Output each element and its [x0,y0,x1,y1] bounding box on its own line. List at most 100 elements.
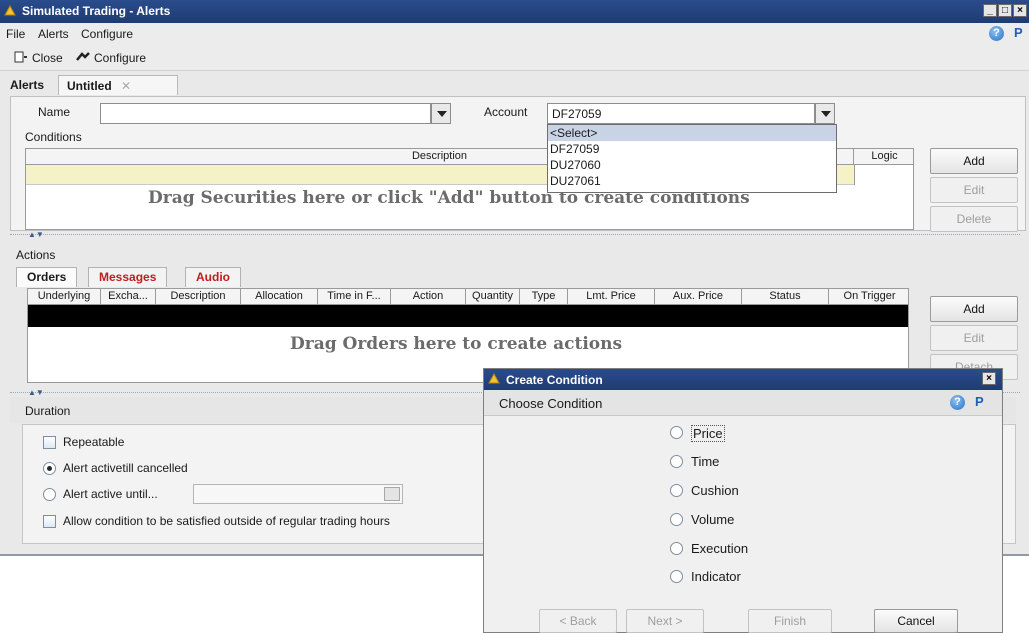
account-option[interactable]: DF27059 [548,141,836,157]
volume-radio[interactable] [670,513,683,526]
account-option[interactable]: <Select> [548,125,836,141]
col-logic[interactable]: Logic [854,149,913,165]
col-on-trigger[interactable]: On Trigger [829,289,908,305]
account-label: Account [484,105,528,119]
dialog-title: Create Condition [506,373,603,387]
account-select[interactable]: DF27059 [547,103,815,124]
active-until-radio[interactable] [43,488,56,501]
close-tool-button[interactable]: Close [14,51,63,65]
finish-button[interactable]: Finish [748,609,832,633]
pin-icon[interactable]: P [1014,25,1023,40]
col-type[interactable]: Type [520,289,568,305]
close-doc-icon [14,51,27,63]
actions-label: Actions [16,248,56,262]
edit-condition-button[interactable]: Edit [930,177,1018,203]
minimize-button[interactable]: _ [983,4,997,17]
menu-alerts[interactable]: Alerts [38,27,69,41]
tab-untitled-label: Untitled [67,79,112,93]
pin-icon[interactable]: P [975,394,984,409]
dialog-subheader: Choose Condition ? P [484,390,1002,416]
calendar-icon[interactable] [384,487,400,501]
next-button[interactable]: Next > [626,609,704,633]
account-option[interactable]: DU27061 [548,173,836,189]
menu-file[interactable]: File [6,27,25,41]
conditions-label: Conditions [25,130,82,144]
tab-audio[interactable]: Audio [185,267,241,287]
close-tool-label: Close [32,51,63,65]
option-price-label: Price [691,425,725,442]
collapse-arrows-icon: ▲▼ [28,230,44,239]
create-condition-dialog: Create Condition × Choose Condition ? P … [483,368,1003,633]
help-icon[interactable]: ? [989,26,1004,41]
title-bar: Simulated Trading - Alerts _ □ × [0,0,1029,23]
option-execution-label: Execution [691,541,749,556]
active-till-cancelled-radio[interactable] [43,462,56,475]
col-time-in-force[interactable]: Time in F... [318,289,391,305]
repeatable-checkbox[interactable] [43,436,56,449]
price-radio[interactable] [670,426,683,439]
col-action[interactable]: Action [391,289,466,305]
col-exchange[interactable]: Excha... [101,289,156,305]
col-status[interactable]: Status [742,289,829,305]
active-till-cancelled-label: Alert activetill cancelled [63,461,188,475]
active-until-label: Alert active until... [63,487,158,501]
outside-hours-label: Allow condition to be satisfied outside … [63,514,390,528]
dialog-close-button[interactable]: × [982,372,996,385]
option-time-label: Time [691,454,720,469]
toolbar: Close Configure [0,45,1029,71]
execution-radio[interactable] [670,542,683,555]
col-underlying[interactable]: Underlying [28,289,101,305]
app-icon [4,4,16,16]
tab-orders[interactable]: Orders [16,267,78,287]
close-window-button[interactable]: × [1013,4,1027,17]
orders-header: Underlying Excha... Description Allocati… [28,289,908,305]
orders-selected-row[interactable] [28,305,908,327]
col-allocation[interactable]: Allocation [241,289,318,305]
name-input[interactable] [100,103,431,124]
option-cushion-label: Cushion [691,483,739,498]
cushion-radio[interactable] [670,484,683,497]
maximize-button[interactable]: □ [998,4,1012,17]
tab-untitled[interactable]: Untitled ✕ [58,75,178,95]
indicator-radio[interactable] [670,570,683,583]
menu-configure[interactable]: Configure [81,27,133,41]
dialog-subtitle: Choose Condition [499,396,603,411]
actions-tabs: Orders Messages Audio [16,267,256,288]
col-quantity[interactable]: Quantity [466,289,520,305]
tab-messages[interactable]: Messages [88,267,168,287]
name-dropdown-button[interactable] [431,103,451,124]
active-until-date-input[interactable] [193,484,403,504]
add-order-button[interactable]: Add [930,296,1018,322]
repeatable-label: Repeatable [63,435,125,449]
col-aux-price[interactable]: Aux. Price [655,289,742,305]
delete-condition-button[interactable]: Delete [930,206,1018,232]
app-icon [488,372,500,384]
configure-icon [76,52,90,61]
account-dropdown-button[interactable] [815,103,835,124]
duration-label: Duration [25,404,71,418]
option-indicator-label: Indicator [691,569,741,584]
add-condition-button[interactable]: Add [930,148,1018,174]
outside-hours-checkbox[interactable] [43,515,56,528]
help-icon[interactable]: ? [950,395,965,410]
account-dropdown-list[interactable]: <Select> DF27059 DU27060 DU27061 [547,124,837,193]
configure-tool-button[interactable]: Configure [76,51,146,65]
document-tabs: Alerts Untitled ✕ [0,73,1029,95]
col-lmt-price[interactable]: Lmt. Price [568,289,655,305]
collapse-arrows-icon: ▲▼ [28,388,44,397]
configure-tool-label: Configure [94,51,147,65]
time-radio[interactable] [670,455,683,468]
back-button[interactable]: < Back [539,609,617,633]
option-volume-label: Volume [691,512,735,527]
column-divider [854,165,855,185]
dialog-title-bar: Create Condition × [484,369,1002,390]
tab-alerts[interactable]: Alerts [2,75,52,95]
col-description[interactable]: Description [156,289,241,305]
account-option[interactable]: DU27060 [548,157,836,173]
cancel-button[interactable]: Cancel [874,609,958,633]
name-label: Name [38,105,71,119]
splitter-conditions[interactable]: ▲▼ [10,230,1020,242]
edit-order-button[interactable]: Edit [930,325,1018,351]
orders-hint: Drag Orders here to create actions [290,334,623,354]
close-tab-icon[interactable]: ✕ [121,79,131,93]
